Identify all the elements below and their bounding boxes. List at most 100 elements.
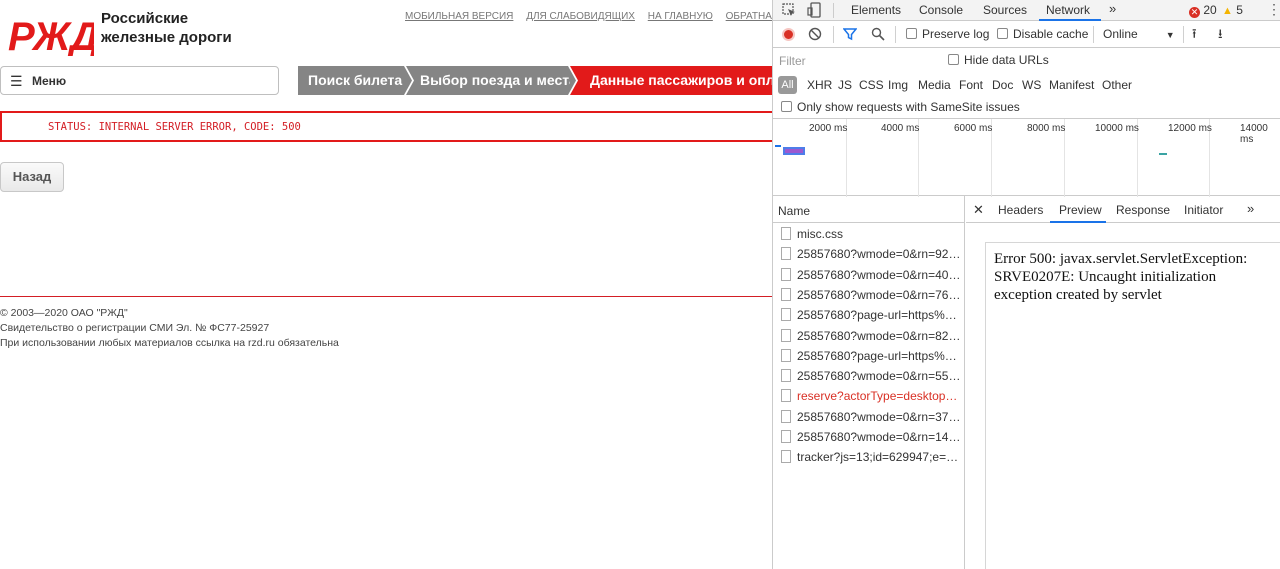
request-row[interactable]: 25857680?wmode=0&rn=555... <box>773 366 965 386</box>
request-row[interactable]: 25857680?page-url=https%3... <box>773 346 965 366</box>
filter-input[interactable]: Filter <box>779 54 806 68</box>
search-icon[interactable] <box>871 27 885 41</box>
request-row[interactable]: 25857680?wmode=0&rn=822... <box>773 326 965 346</box>
type-filter-xhr[interactable]: XHR <box>807 78 832 92</box>
type-filter-all[interactable]: All <box>778 76 797 94</box>
tab-headers[interactable]: Headers <box>998 203 1043 217</box>
type-filter-font[interactable]: Font <box>959 78 983 92</box>
timeline-bar <box>775 145 781 147</box>
tab-elements[interactable]: Elements <box>851 3 901 17</box>
disable-cache-checkbox[interactable]: Disable cache <box>997 27 1088 41</box>
inspect-element-icon[interactable] <box>781 2 797 18</box>
filter-icon[interactable] <box>843 27 857 41</box>
request-row[interactable]: 25857680?wmode=0&rn=922... <box>773 244 965 264</box>
request-row[interactable]: reserve?actorType=desktop_2... <box>773 386 965 406</box>
request-name: 25857680?wmode=0&rn=402... <box>797 267 961 282</box>
logo-text[interactable]: Российские железные дороги <box>101 9 232 47</box>
step-select-train[interactable]: Выбор поезда и места <box>420 66 570 95</box>
type-filter-doc[interactable]: Doc <box>992 78 1013 92</box>
error-message-box: STATUS: INTERNAL SERVER ERROR, CODE: 500 <box>0 111 772 142</box>
request-row[interactable]: 25857680?wmode=0&rn=402... <box>773 265 965 285</box>
footer-notice: При использовании любых материалов ссылк… <box>0 337 339 349</box>
clear-icon[interactable] <box>808 27 822 41</box>
type-filter-other[interactable]: Other <box>1102 78 1132 92</box>
request-row[interactable]: 25857680?wmode=0&rn=145... <box>773 427 965 447</box>
export-har-icon[interactable]: ⭳ <box>1218 25 1223 47</box>
toolbar-separator <box>1093 26 1094 43</box>
tab-console[interactable]: Console <box>919 3 963 17</box>
toolbar-separator <box>833 26 834 43</box>
network-requests-panel: Name misc.css 25857680?wmode=0&rn=922... 2… <box>773 196 1280 569</box>
website-viewport: РЖД Российские железные дороги МОБИЛЬНАЯ… <box>0 0 772 569</box>
checkbox-icon <box>997 28 1008 39</box>
import-har-icon[interactable]: ⭱ <box>1192 25 1197 47</box>
more-detail-tabs-chevron-icon[interactable]: » <box>1247 201 1254 216</box>
type-filter-media[interactable]: Media <box>918 78 951 92</box>
file-icon <box>781 409 791 423</box>
menu-label: Меню <box>32 74 67 88</box>
step-passenger-data[interactable]: Данные пассажиров и опла <box>590 66 772 95</box>
tab-preview[interactable]: Preview <box>1059 203 1102 217</box>
tab-sources[interactable]: Sources <box>983 3 1027 17</box>
kebab-menu-icon[interactable]: ⋮ <box>1267 1 1280 18</box>
request-row[interactable]: 25857680?page-url=https%3... <box>773 305 965 325</box>
error-count: 20 <box>1203 3 1217 17</box>
file-icon <box>781 247 791 261</box>
type-filter-css[interactable]: CSS <box>859 78 884 92</box>
back-button[interactable]: Назад <box>0 162 64 192</box>
active-detail-tab-indicator <box>1050 221 1106 223</box>
throttling-select[interactable]: Online ▼ <box>1103 27 1175 41</box>
type-filter-manifest[interactable]: Manifest <box>1049 78 1094 92</box>
feedback-link[interactable]: ОБРАТНАЯ <box>726 11 772 22</box>
type-filter-ws[interactable]: WS <box>1022 78 1041 92</box>
accessibility-link[interactable]: ДЛЯ СЛАБОВИДЯЩИХ <box>526 11 635 22</box>
home-link[interactable]: НА ГЛАВНУЮ <box>648 11 713 22</box>
timeline-label: 2000 ms <box>809 123 848 134</box>
booking-steps: Поиск билета Выбор поезда и места Данные… <box>298 66 772 95</box>
footer-registration: Свидетельство о регистрации СМИ Эл. № ФС… <box>0 322 270 334</box>
request-detail-tabs: ✕ Headers Preview Response Initiator » <box>966 196 1280 223</box>
request-row[interactable]: 25857680?wmode=0&rn=375... <box>773 407 965 427</box>
file-icon <box>781 328 791 342</box>
request-name: tracker?js=13;id=629947;e=RT... <box>797 450 961 465</box>
network-timeline-overview[interactable]: 2000 ms 4000 ms 6000 ms 8000 ms 10000 ms… <box>773 118 1280 197</box>
step-search-ticket[interactable]: Поиск билета <box>308 66 404 95</box>
tab-response[interactable]: Response <box>1116 203 1170 217</box>
resource-type-filters: All XHR JS CSS Img Media Font Doc WS Man… <box>773 74 1280 96</box>
tab-initiator[interactable]: Initiator <box>1184 203 1223 217</box>
tab-network[interactable]: Network <box>1046 3 1090 17</box>
device-toolbar-icon[interactable] <box>807 2 823 18</box>
record-icon[interactable] <box>782 28 795 41</box>
file-icon <box>781 287 791 301</box>
mobile-version-link[interactable]: МОБИЛЬНАЯ ВЕРСИЯ <box>405 11 513 22</box>
warning-triangle-icon: ▲ <box>1222 5 1233 17</box>
file-icon <box>781 348 791 362</box>
file-icon <box>781 308 791 322</box>
hide-data-urls-label: Hide data URLs <box>964 53 1049 67</box>
samesite-checkbox[interactable]: Only show requests with SameSite issues <box>781 100 1020 114</box>
request-row[interactable]: misc.css <box>773 224 965 244</box>
preserve-log-label: Preserve log <box>922 27 990 41</box>
request-name: 25857680?wmode=0&rn=822... <box>797 328 961 343</box>
request-list: Name misc.css 25857680?wmode=0&rn=922... 2… <box>773 196 965 569</box>
file-icon <box>781 267 791 281</box>
timeline-label: 12000 ms <box>1168 123 1212 134</box>
preserve-log-checkbox[interactable]: Preserve log <box>906 27 989 41</box>
request-row[interactable]: 25857680?wmode=0&rn=761... <box>773 285 965 305</box>
issue-counters[interactable]: ✕ 20 ▲ 5 <box>1189 3 1243 18</box>
more-tabs-chevron-icon[interactable]: » <box>1109 1 1116 16</box>
type-filter-img[interactable]: Img <box>888 78 908 92</box>
name-column-header[interactable]: Name <box>773 196 965 223</box>
request-row[interactable]: tracker?js=13;id=629947;e=RT... <box>773 447 965 467</box>
rzd-logo-icon[interactable]: РЖД <box>8 14 94 56</box>
disable-cache-label: Disable cache <box>1013 27 1089 41</box>
timeline-label: 8000 ms <box>1027 123 1066 134</box>
preview-error-text: Error 500: javax.servlet.ServletExceptio… <box>994 251 1248 303</box>
close-icon[interactable]: ✕ <box>973 202 984 218</box>
timeline-label: 6000 ms <box>954 123 993 134</box>
hide-data-urls-checkbox[interactable]: Hide data URLs <box>948 53 1049 67</box>
checkbox-icon <box>781 101 792 112</box>
timeline-bar <box>1159 153 1167 155</box>
type-filter-js[interactable]: JS <box>838 78 852 92</box>
menu-button[interactable]: ☰ Меню <box>0 66 279 95</box>
